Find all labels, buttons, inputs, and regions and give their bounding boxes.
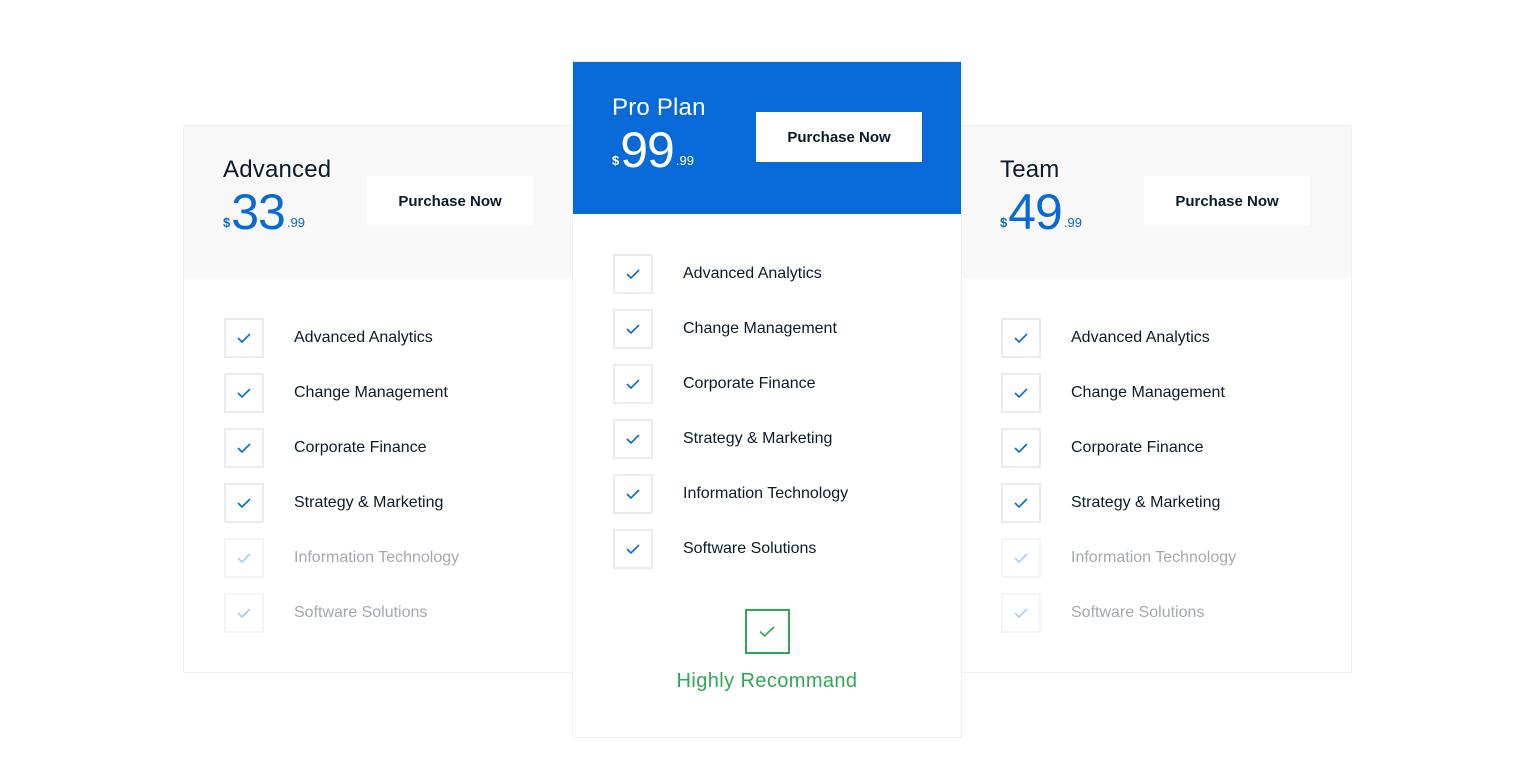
price-amount: 49 xyxy=(1008,184,1063,240)
feature-label: Corporate Finance xyxy=(683,375,816,392)
feature-label: Corporate Finance xyxy=(294,439,427,456)
feature-item: Change Management xyxy=(1001,373,1351,413)
price-cents: .99 xyxy=(286,215,305,230)
check-icon xyxy=(613,309,653,349)
highly-recommend-badge: Highly Recommand xyxy=(573,609,961,693)
feature-item: Corporate Finance xyxy=(613,364,961,404)
feature-label: Strategy & Marketing xyxy=(1071,494,1221,511)
check-icon xyxy=(1001,538,1041,578)
check-icon xyxy=(224,538,264,578)
check-icon xyxy=(613,529,653,569)
purchase-now-button[interactable]: Purchase Now xyxy=(1144,176,1310,226)
price-currency: $ xyxy=(223,215,231,230)
plan-name: Advanced xyxy=(223,156,332,183)
feature-label: Advanced Analytics xyxy=(294,329,433,346)
feature-label: Change Management xyxy=(294,384,448,401)
check-icon xyxy=(1001,483,1041,523)
feature-label: Corporate Finance xyxy=(1071,439,1204,456)
check-icon xyxy=(613,474,653,514)
check-icon xyxy=(224,373,264,413)
check-icon xyxy=(613,254,653,294)
feature-label: Software Solutions xyxy=(294,604,428,621)
feature-item: Corporate Finance xyxy=(1001,428,1351,468)
feature-item: Information Technology xyxy=(613,474,961,514)
feature-item: Strategy & Marketing xyxy=(1001,483,1351,523)
feature-label: Information Technology xyxy=(683,485,849,502)
feature-item: Software Solutions xyxy=(224,593,573,633)
check-icon xyxy=(613,419,653,459)
price-amount: 33 xyxy=(231,184,286,240)
price-currency: $ xyxy=(612,153,620,168)
feature-label: Advanced Analytics xyxy=(1071,329,1210,346)
feature-label: Change Management xyxy=(1071,384,1225,401)
purchase-now-button[interactable]: Purchase Now xyxy=(756,112,922,162)
check-icon xyxy=(1001,318,1041,358)
feature-item: Information Technology xyxy=(224,538,573,578)
check-icon xyxy=(224,483,264,523)
check-icon xyxy=(1001,593,1041,633)
feature-label: Strategy & Marketing xyxy=(294,494,444,511)
feature-item: Corporate Finance xyxy=(224,428,573,468)
feature-item: Software Solutions xyxy=(1001,593,1351,633)
feature-item: Change Management xyxy=(224,373,573,413)
feature-item: Information Technology xyxy=(1001,538,1351,578)
feature-item: Software Solutions xyxy=(613,529,961,569)
check-icon xyxy=(224,318,264,358)
plan-name: Pro Plan xyxy=(612,94,706,121)
pricing-card-header: Pro Plan $ 99 .99 Purchase Now xyxy=(573,62,961,214)
check-icon xyxy=(224,428,264,468)
feature-item: Advanced Analytics xyxy=(224,318,573,358)
feature-item: Strategy & Marketing xyxy=(613,419,961,459)
feature-list: Advanced Analytics Change Management Corpo… xyxy=(184,278,573,633)
feature-label: Change Management xyxy=(683,320,837,337)
pricing-card-team: Team $ 49 .99 Purchase Now Advanced Anal… xyxy=(961,125,1352,673)
check-icon xyxy=(1001,428,1041,468)
feature-item: Advanced Analytics xyxy=(1001,318,1351,358)
check-icon xyxy=(744,609,790,654)
price-currency: $ xyxy=(1000,215,1008,230)
feature-label: Advanced Analytics xyxy=(683,265,822,282)
feature-list: Advanced Analytics Change Management Corpo… xyxy=(961,278,1351,633)
feature-item: Change Management xyxy=(613,309,961,349)
feature-label: Information Technology xyxy=(294,549,460,566)
feature-label: Software Solutions xyxy=(683,540,817,557)
pricing-card-header: Team $ 49 .99 Purchase Now xyxy=(961,126,1351,278)
pricing-card-pro: Pro Plan $ 99 .99 Purchase Now Advanced … xyxy=(572,61,962,738)
plan-price: $ 33 .99 xyxy=(223,186,305,238)
price-cents: .99 xyxy=(675,153,694,168)
feature-item: Advanced Analytics xyxy=(613,254,961,294)
plan-price: $ 49 .99 xyxy=(1000,186,1082,238)
pricing-card-advanced: Advanced $ 33 .99 Purchase Now Advanced … xyxy=(183,125,573,673)
pricing-card-header: Advanced $ 33 .99 Purchase Now xyxy=(184,126,573,278)
feature-list: Advanced Analytics Change Management Corpo… xyxy=(573,214,961,569)
feature-item: Strategy & Marketing xyxy=(224,483,573,523)
check-icon xyxy=(1001,373,1041,413)
price-cents: .99 xyxy=(1063,215,1082,230)
check-icon xyxy=(613,364,653,404)
plan-name: Team xyxy=(1000,156,1060,183)
feature-label: Software Solutions xyxy=(1071,604,1205,621)
feature-label: Strategy & Marketing xyxy=(683,430,833,447)
recommend-label: Highly Recommand xyxy=(676,670,858,692)
feature-label: Information Technology xyxy=(1071,549,1237,566)
purchase-now-button[interactable]: Purchase Now xyxy=(367,176,533,226)
check-icon xyxy=(224,593,264,633)
plan-price: $ 99 .99 xyxy=(612,124,694,176)
price-amount: 99 xyxy=(620,122,675,178)
